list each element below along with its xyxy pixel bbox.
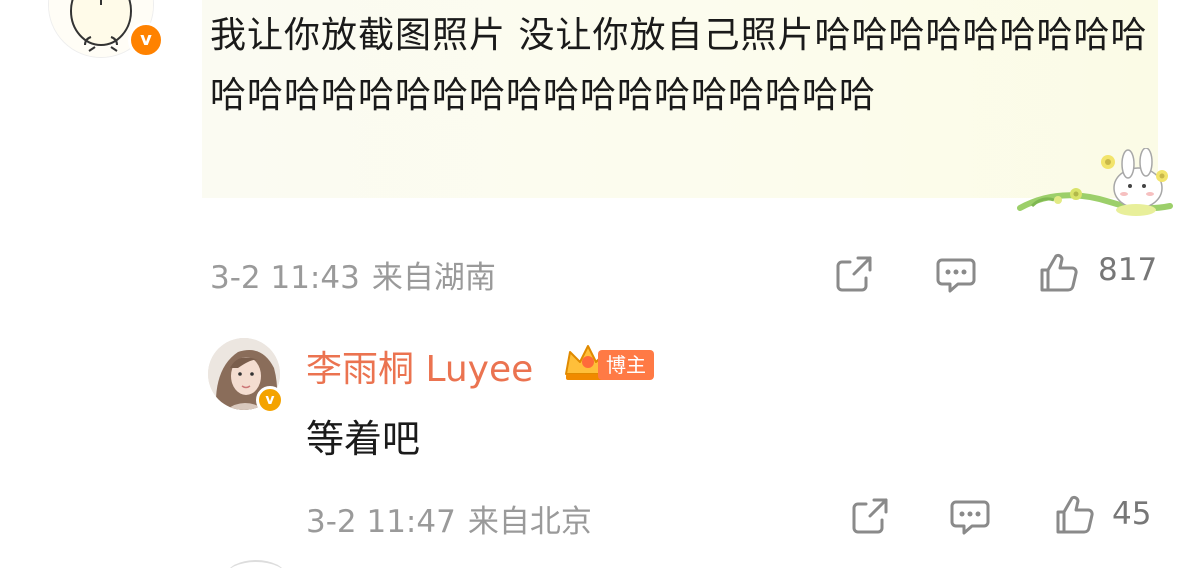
thumbs-up-icon[interactable] xyxy=(1036,250,1080,294)
weibo-comment-thread: v 我让你放截图照片 没让你放自己照片哈哈哈哈哈哈哈哈哈哈哈哈哈哈哈哈哈哈哈哈哈… xyxy=(0,0,1200,568)
next-avatar-edge xyxy=(226,560,286,568)
reply-meta: 3-2 11:47 来自北京 xyxy=(306,496,592,541)
comment-meta: 3-2 11:43 来自湖南 xyxy=(210,252,496,297)
verified-badge-icon: v xyxy=(256,386,284,414)
like-count: 817 xyxy=(1098,252,1158,288)
thumbs-up-icon[interactable] xyxy=(1052,492,1096,536)
reply-author-name[interactable]: 李雨桐 Luyee xyxy=(306,340,533,392)
like-count: 45 xyxy=(1112,496,1152,532)
verified-badge-icon: v xyxy=(128,22,164,58)
comment-icon[interactable] xyxy=(934,252,978,296)
reply-location: 来自北京 xyxy=(467,504,592,540)
comment-text: 我让你放截图照片 没让你放自己照片哈哈哈哈哈哈哈哈哈哈哈哈哈哈哈哈哈哈哈哈哈哈哈… xyxy=(210,15,1148,116)
comment-icon[interactable] xyxy=(948,494,992,538)
comment-location: 来自湖南 xyxy=(371,260,496,296)
reply-date: 3-2 11:47 xyxy=(306,504,456,540)
reply-text: 等着吧 xyxy=(306,417,421,461)
rabbit-sticker-icon xyxy=(1017,148,1173,216)
share-icon[interactable] xyxy=(848,494,892,538)
share-icon[interactable] xyxy=(832,252,876,296)
blogger-badge: 博主 xyxy=(598,350,654,380)
comment-date: 3-2 11:43 xyxy=(210,260,360,296)
